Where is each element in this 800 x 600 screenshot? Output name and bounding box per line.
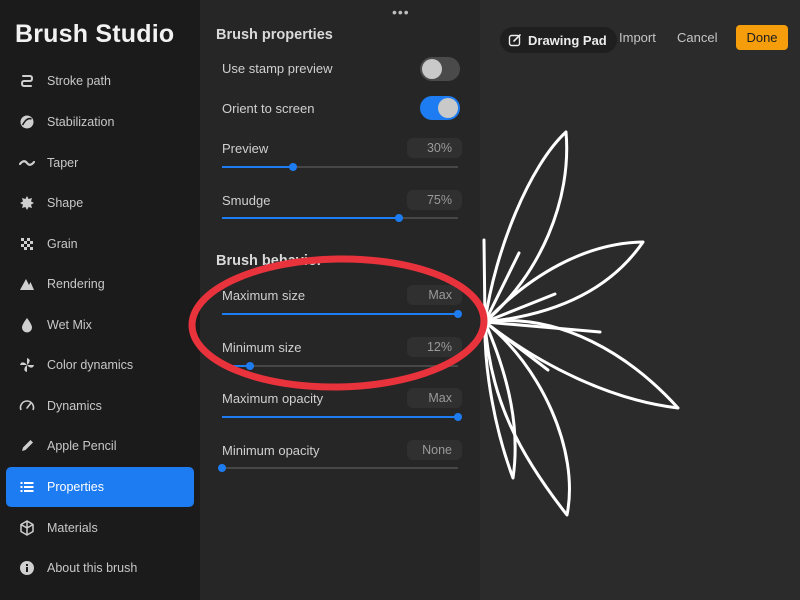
drawing-pad-button[interactable]: Drawing Pad [500, 27, 617, 53]
minimum-opacity-label: Minimum opacity [222, 443, 320, 458]
sidebar-item-label: Stroke path [47, 74, 111, 88]
sidebar-item-label: Shape [47, 196, 84, 210]
preview-slider[interactable] [222, 162, 458, 172]
sidebar-item-label: About this brush [47, 561, 138, 575]
preview-label: Preview [222, 141, 269, 156]
cancel-button[interactable]: Cancel [677, 30, 717, 45]
app-title: Brush Studio [15, 20, 175, 48]
done-button[interactable]: Done [736, 25, 788, 50]
sidebar-item-label: Wet Mix [47, 318, 92, 332]
taper-icon [19, 155, 35, 171]
slider-fill [222, 313, 458, 315]
toggle-knob [422, 59, 442, 79]
smudge-label: Smudge [222, 193, 271, 208]
sidebar-item-label: Properties [47, 480, 104, 494]
sidebar-item-label: Stabilization [47, 115, 115, 129]
smudge-value[interactable]: 75% [407, 190, 462, 210]
sidebar-item-label: Apple Pencil [47, 439, 117, 453]
maximum-size-slider[interactable] [222, 309, 462, 319]
rendering-icon [19, 276, 35, 292]
materials-icon [19, 520, 35, 536]
dynamics-icon [19, 398, 35, 414]
sidebar-item-label: Taper [47, 156, 79, 170]
minimum-size-slider[interactable] [222, 361, 458, 371]
minimum-opacity-value[interactable]: None [407, 440, 462, 460]
toggle-knob [438, 98, 458, 118]
drawing-canvas[interactable] [480, 0, 800, 600]
sidebar: Brush Studio Stroke path Stabilization T… [0, 0, 200, 600]
sidebar-item-label: Color dynamics [47, 358, 134, 372]
flower-drawing [482, 130, 680, 517]
slider-fill [222, 166, 293, 168]
properties-icon [19, 479, 35, 495]
brush-behavior-heading: Brush behavior [216, 253, 323, 269]
edit-icon [508, 33, 522, 47]
sidebar-item-label: Grain [47, 237, 78, 251]
minimum-size-label: Minimum size [222, 340, 302, 355]
apple-pencil-icon [19, 438, 35, 454]
slider-thumb[interactable] [288, 163, 297, 171]
drawing-pad-label: Drawing Pad [528, 32, 607, 48]
sidebar-item-grain[interactable]: Grain [6, 224, 194, 264]
stroke-path-icon [19, 73, 35, 89]
use-stamp-preview-label: Use stamp preview [222, 61, 333, 76]
properties-panel: ••• Brush properties Use stamp preview O… [200, 0, 480, 600]
sidebar-item-label: Dynamics [47, 399, 102, 413]
slider-fill [222, 217, 399, 219]
import-button[interactable]: Import [619, 30, 656, 45]
sidebar-item-stroke-path[interactable]: Stroke path [6, 61, 194, 101]
maximum-opacity-label: Maximum opacity [222, 391, 324, 406]
sidebar-item-label: Rendering [47, 277, 105, 291]
sidebar-item-wet-mix[interactable]: Wet Mix [6, 305, 194, 345]
maximum-size-value[interactable]: Max [407, 285, 462, 305]
smudge-slider[interactable] [222, 213, 458, 223]
brush-properties-heading: Brush properties [216, 27, 333, 43]
maximum-opacity-slider[interactable] [222, 412, 462, 422]
wet-mix-icon [19, 317, 35, 333]
sidebar-item-stabilization[interactable]: Stabilization [6, 102, 194, 142]
sidebar-item-taper[interactable]: Taper [6, 143, 194, 183]
orient-to-screen-label: Orient to screen [222, 101, 315, 116]
sidebar-item-materials[interactable]: Materials [6, 508, 194, 548]
slider-thumb[interactable] [218, 464, 226, 472]
slider-track [222, 365, 458, 367]
sidebar-item-about-this-brush[interactable]: About this brush [6, 548, 194, 588]
sidebar-item-color-dynamics[interactable]: Color dynamics [6, 345, 194, 385]
use-stamp-preview-toggle[interactable] [420, 57, 460, 81]
maximum-opacity-value[interactable]: Max [407, 388, 462, 408]
shape-icon [19, 195, 35, 211]
sidebar-item-dynamics[interactable]: Dynamics [6, 386, 194, 426]
color-dynamics-icon [19, 357, 35, 373]
maximum-size-label: Maximum size [222, 288, 306, 303]
sidebar-item-properties[interactable]: Properties [6, 467, 194, 507]
sidebar-item-apple-pencil[interactable]: Apple Pencil [6, 426, 194, 466]
stabilization-icon [19, 114, 35, 130]
about-icon [19, 560, 35, 576]
slider-thumb[interactable] [454, 413, 462, 421]
preview-value[interactable]: 30% [407, 138, 462, 158]
sidebar-item-label: Materials [47, 521, 98, 535]
minimum-opacity-slider[interactable] [218, 463, 458, 473]
slider-thumb[interactable] [454, 310, 462, 318]
panel-drag-handle-icon[interactable]: ••• [392, 4, 410, 20]
slider-track [222, 467, 458, 469]
sidebar-item-shape[interactable]: Shape [6, 183, 194, 223]
slider-fill [222, 416, 458, 418]
slider-thumb[interactable] [246, 362, 255, 370]
orient-to-screen-toggle[interactable] [420, 96, 460, 120]
minimum-size-value[interactable]: 12% [407, 337, 462, 357]
slider-thumb[interactable] [395, 214, 403, 222]
sidebar-item-rendering[interactable]: Rendering [6, 264, 194, 304]
grain-icon [19, 236, 35, 252]
